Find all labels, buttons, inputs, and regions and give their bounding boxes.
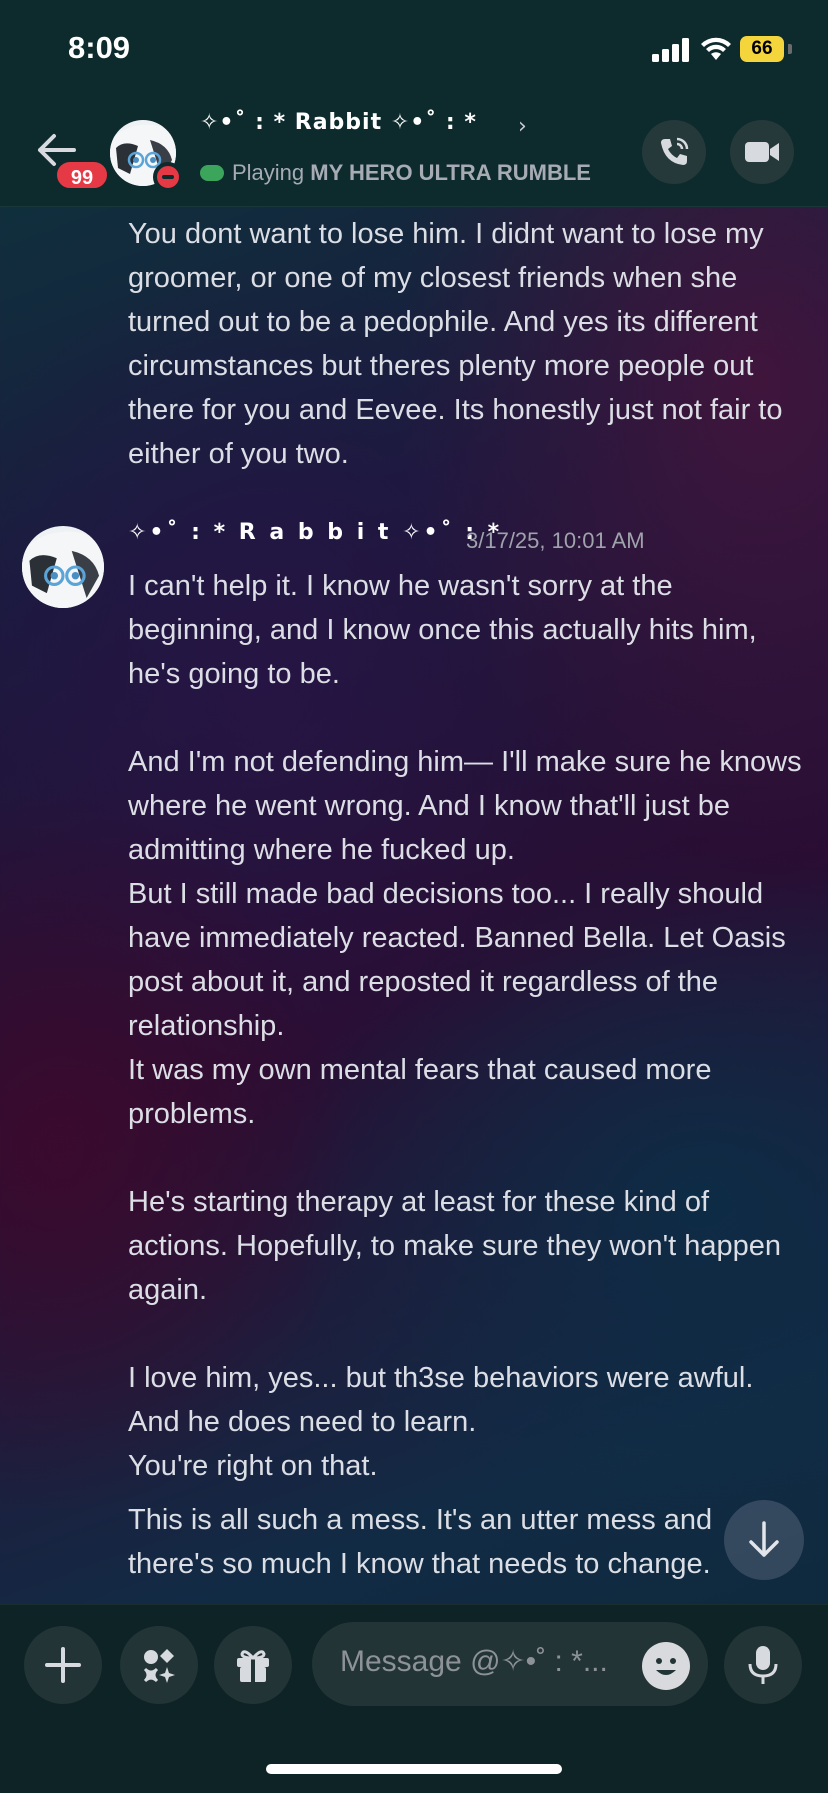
voice-call-button[interactable]	[642, 120, 706, 184]
plus-icon	[45, 1647, 81, 1683]
microphone-icon	[748, 1646, 778, 1684]
attach-button[interactable]	[24, 1626, 102, 1704]
activity-game: MY HERO ULTRA RUMBLE	[310, 160, 591, 185]
phone-icon	[661, 137, 689, 165]
arrow-down-icon	[749, 1521, 779, 1557]
message-input-placeholder: Message @✧•˚ : *...	[340, 1645, 608, 1678]
message-timestamp: 3/17/25, 10:01 AM	[466, 528, 645, 553]
gift-icon	[237, 1650, 269, 1682]
apps-button[interactable]	[120, 1626, 198, 1704]
status-time: 8:09	[68, 30, 131, 65]
message-author[interactable]: ✧•˚ : * R a b b i t ✧•˚ : *	[128, 520, 502, 545]
signal-icon	[652, 38, 689, 62]
video-call-button[interactable]	[730, 120, 794, 184]
conversation-name[interactable]: ✧•˚ : * Rabbit ✧•˚ : *	[200, 110, 477, 135]
battery-cap	[788, 44, 792, 54]
scroll-to-bottom-button[interactable]	[724, 1500, 804, 1580]
message-text: This is all such a mess. It's an utter m…	[128, 1504, 713, 1580]
avatar[interactable]	[22, 526, 104, 608]
wifi-icon	[701, 37, 731, 60]
video-camera-icon	[745, 142, 779, 162]
activity-prefix: Playing	[232, 160, 305, 185]
home-indicator	[266, 1764, 562, 1774]
gift-button[interactable]	[214, 1626, 292, 1704]
voice-message-button[interactable]	[724, 1626, 802, 1704]
unread-badge: 99	[54, 159, 110, 191]
message-text: I can't help it. I know he wasn't sorry …	[128, 570, 802, 1482]
apps-icon	[143, 1649, 175, 1683]
gamepad-icon	[200, 165, 224, 181]
battery-indicator: 66	[740, 36, 784, 62]
message-text: You dont want to lose him. I didnt want …	[128, 218, 783, 470]
activity-status: Playing MY HERO ULTRA RUMBLE	[200, 160, 591, 186]
dnd-status-icon	[153, 162, 183, 192]
emoji-icon[interactable]	[642, 1642, 690, 1690]
chevron-right-icon[interactable]: ›	[518, 114, 527, 139]
